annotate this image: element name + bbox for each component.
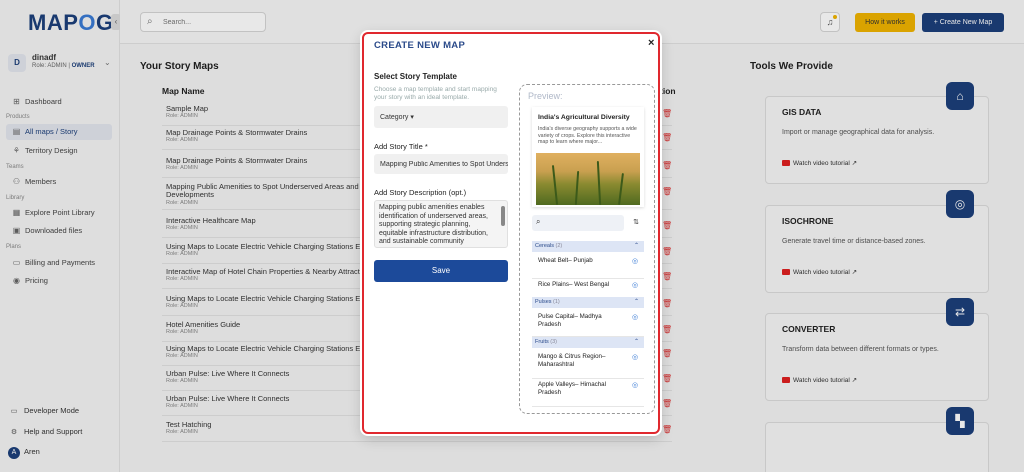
chevron-up-icon: ⌃ <box>634 243 640 249</box>
preview-category: Pulses (1) ⌃ <box>532 297 644 308</box>
crop-field-image <box>536 153 640 206</box>
template-label: Select Story Template <box>374 72 457 81</box>
preview-category: Fruits (3) ⌃ <box>532 337 644 348</box>
create-new-map-modal: CREATE NEW MAP × Select Story Template C… <box>362 32 660 434</box>
close-icon[interactable]: × <box>648 37 654 49</box>
pin-icon: ◎ <box>632 382 639 389</box>
list-item: Apple Valleys– Himachal Pradesh ◎ <box>532 381 644 407</box>
list-item: Wheat Belt– Punjab ◎ <box>532 257 644 279</box>
pin-icon: ◎ <box>632 282 639 289</box>
pin-icon: ◎ <box>632 354 639 361</box>
list-item: Mango & Citrus Region– Maharashtral ◎ <box>532 353 644 379</box>
story-title-input[interactable] <box>374 154 508 174</box>
story-description-label: Add Story Description (opt.) <box>374 188 467 197</box>
template-hint: Choose a map template and start mapping … <box>374 86 497 101</box>
save-button[interactable]: Save <box>374 260 508 282</box>
chevron-up-icon: ⌃ <box>634 339 640 345</box>
filter-icon: ⇅ <box>633 219 639 226</box>
story-title-label: Add Story Title * <box>374 142 428 151</box>
preview-search: ⌕ <box>532 215 624 231</box>
list-item: Pulse Capital– Madhya Pradesh ◎ <box>532 313 644 337</box>
template-preview: Preview: India's Agricultural Diversity … <box>519 84 655 414</box>
preview-category: Cereals (2) ⌃ <box>532 241 644 252</box>
category-select[interactable]: Category ▾ <box>374 106 508 128</box>
chevron-up-icon: ⌃ <box>634 299 640 305</box>
textarea-scrollbar[interactable] <box>501 206 505 226</box>
story-description-textarea[interactable]: Mapping public amenities enables identif… <box>374 200 508 248</box>
pin-icon: ◎ <box>632 258 639 265</box>
preview-label: Preview: <box>528 91 563 101</box>
search-icon: ⌕ <box>536 217 541 226</box>
preview-story-card: India's Agricultural Diversity India's d… <box>532 107 644 207</box>
modal-title: CREATE NEW MAP <box>374 40 466 51</box>
pin-icon: ◎ <box>632 314 639 321</box>
